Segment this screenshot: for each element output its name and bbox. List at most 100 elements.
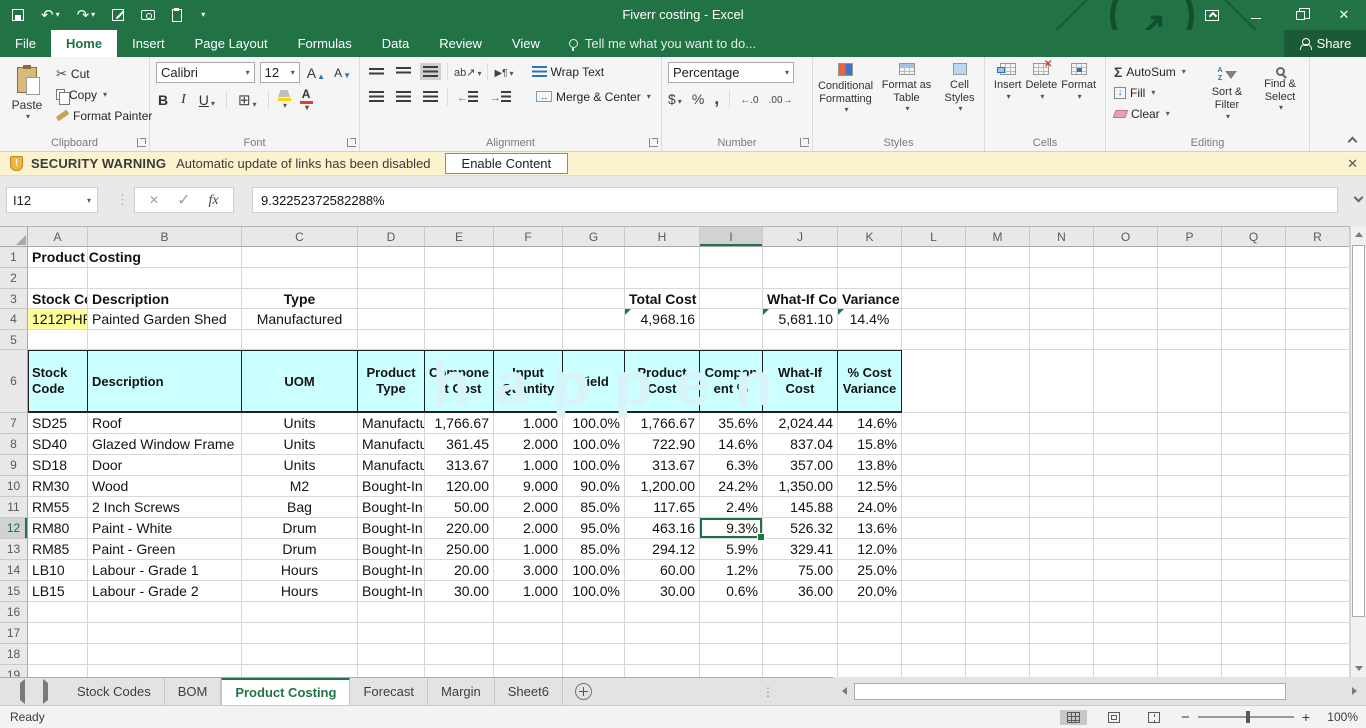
cell-O4[interactable] xyxy=(1094,309,1158,330)
cell-A16[interactable] xyxy=(28,602,88,623)
cell-J9[interactable]: 357.00 xyxy=(763,455,838,476)
cell-A8[interactable]: SD40 xyxy=(28,434,88,455)
column-header-B[interactable]: B xyxy=(88,227,242,247)
expand-formula-bar-icon[interactable] xyxy=(1354,193,1364,203)
tab-data[interactable]: Data xyxy=(367,30,424,57)
cell-D1[interactable] xyxy=(358,247,425,268)
cell-A14[interactable]: LB10 xyxy=(28,560,88,581)
cell-D8[interactable]: Manufactured xyxy=(358,434,425,455)
text-direction-button[interactable] xyxy=(494,65,513,79)
camera-icon[interactable] xyxy=(141,10,155,20)
cell-K11[interactable]: 24.0% xyxy=(838,497,902,518)
cell-L3[interactable] xyxy=(902,289,966,309)
row-header-11[interactable]: 11 xyxy=(0,497,28,518)
cell-M5[interactable] xyxy=(966,330,1030,350)
cell-B8[interactable]: Glazed Window Frame xyxy=(88,434,242,455)
security-close-icon[interactable] xyxy=(1347,156,1358,172)
cell-I7[interactable]: 35.6% xyxy=(700,413,763,434)
cell-I16[interactable] xyxy=(700,602,763,623)
cell-D13[interactable]: Bought-In xyxy=(358,539,425,560)
cell-H1[interactable] xyxy=(625,247,700,268)
cell-A12[interactable]: RM80 xyxy=(28,518,88,539)
cell-H16[interactable] xyxy=(625,602,700,623)
cell-Q2[interactable] xyxy=(1222,268,1286,289)
cell-L8[interactable] xyxy=(902,434,966,455)
autosum-button[interactable]: AutoSum xyxy=(1110,61,1190,82)
edit-icon[interactable] xyxy=(112,9,124,21)
cell-B19[interactable] xyxy=(88,665,242,677)
cell-H8[interactable]: 722.90 xyxy=(625,434,700,455)
cell-G12[interactable]: 95.0% xyxy=(563,518,625,539)
restore-icon[interactable] xyxy=(1278,0,1322,30)
cell-M11[interactable] xyxy=(966,497,1030,518)
cell-H19[interactable] xyxy=(625,665,700,677)
cell-A6[interactable]: Stock Code xyxy=(28,350,88,413)
cell-F7[interactable]: 1.000 xyxy=(494,413,563,434)
cell-G5[interactable] xyxy=(563,330,625,350)
row-header-18[interactable]: 18 xyxy=(0,644,28,665)
cell-C18[interactable] xyxy=(242,644,358,665)
sheet-nav-right-icon[interactable] xyxy=(43,683,48,701)
cell-L6[interactable] xyxy=(902,350,966,413)
cell-A3[interactable]: Stock Code xyxy=(28,289,88,309)
cell-P3[interactable] xyxy=(1158,289,1222,309)
cell-I5[interactable] xyxy=(700,330,763,350)
cell-P6[interactable] xyxy=(1158,350,1222,413)
cell-M13[interactable] xyxy=(966,539,1030,560)
tab-file[interactable]: File xyxy=(0,30,51,57)
tab-insert[interactable]: Insert xyxy=(117,30,180,57)
column-header-I[interactable]: I xyxy=(700,227,763,247)
cell-E14[interactable]: 20.00 xyxy=(425,560,494,581)
cell-E4[interactable] xyxy=(425,309,494,330)
cell-H6[interactable]: Product Cost xyxy=(625,350,700,413)
cell-O3[interactable] xyxy=(1094,289,1158,309)
sheet-tab-bom[interactable]: BOM xyxy=(165,678,222,705)
cell-H11[interactable]: 117.65 xyxy=(625,497,700,518)
cell-D10[interactable]: Bought-In xyxy=(358,476,425,497)
cell-C1[interactable] xyxy=(242,247,358,268)
cell-H15[interactable]: 30.00 xyxy=(625,581,700,602)
cell-F16[interactable] xyxy=(494,602,563,623)
cell-B10[interactable]: Wood xyxy=(88,476,242,497)
cell-M8[interactable] xyxy=(966,434,1030,455)
scroll-up-icon[interactable] xyxy=(1351,226,1366,243)
tab-formulas[interactable]: Formulas xyxy=(283,30,367,57)
tab-view[interactable]: View xyxy=(497,30,555,57)
cell-J5[interactable] xyxy=(763,330,838,350)
cell-Q9[interactable] xyxy=(1222,455,1286,476)
cell-L5[interactable] xyxy=(902,330,966,350)
cell-Q1[interactable] xyxy=(1222,247,1286,268)
cell-A5[interactable] xyxy=(28,330,88,350)
alignment-dialog-launcher-icon[interactable] xyxy=(649,138,658,147)
cell-K1[interactable] xyxy=(838,247,902,268)
page-break-view-button[interactable] xyxy=(1141,710,1167,725)
tab-home[interactable]: Home xyxy=(51,30,117,57)
cell-Q11[interactable] xyxy=(1222,497,1286,518)
column-header-Q[interactable]: Q xyxy=(1222,227,1286,247)
cell-Q19[interactable] xyxy=(1222,665,1286,677)
column-header-E[interactable]: E xyxy=(425,227,494,247)
zoom-out-icon[interactable]: − xyxy=(1181,709,1190,726)
cell-C5[interactable] xyxy=(242,330,358,350)
cell-C7[interactable]: Units xyxy=(242,413,358,434)
cell-P13[interactable] xyxy=(1158,539,1222,560)
column-header-R[interactable]: R xyxy=(1286,227,1350,247)
cell-K9[interactable]: 13.8% xyxy=(838,455,902,476)
cell-C15[interactable]: Hours xyxy=(242,581,358,602)
cell-J19[interactable] xyxy=(763,665,838,677)
cell-N13[interactable] xyxy=(1030,539,1094,560)
cell-B18[interactable] xyxy=(88,644,242,665)
row-header-5[interactable]: 5 xyxy=(0,330,28,350)
cell-H2[interactable] xyxy=(625,268,700,289)
cell-R16[interactable] xyxy=(1286,602,1350,623)
cell-L11[interactable] xyxy=(902,497,966,518)
cell-C12[interactable]: Drum xyxy=(242,518,358,539)
zoom-slider-thumb[interactable] xyxy=(1246,711,1250,723)
cell-N12[interactable] xyxy=(1030,518,1094,539)
cell-L4[interactable] xyxy=(902,309,966,330)
cell-G18[interactable] xyxy=(563,644,625,665)
cell-P15[interactable] xyxy=(1158,581,1222,602)
clipboard-icon[interactable] xyxy=(172,9,182,22)
clear-button[interactable]: Clear xyxy=(1110,103,1190,124)
cell-N2[interactable] xyxy=(1030,268,1094,289)
